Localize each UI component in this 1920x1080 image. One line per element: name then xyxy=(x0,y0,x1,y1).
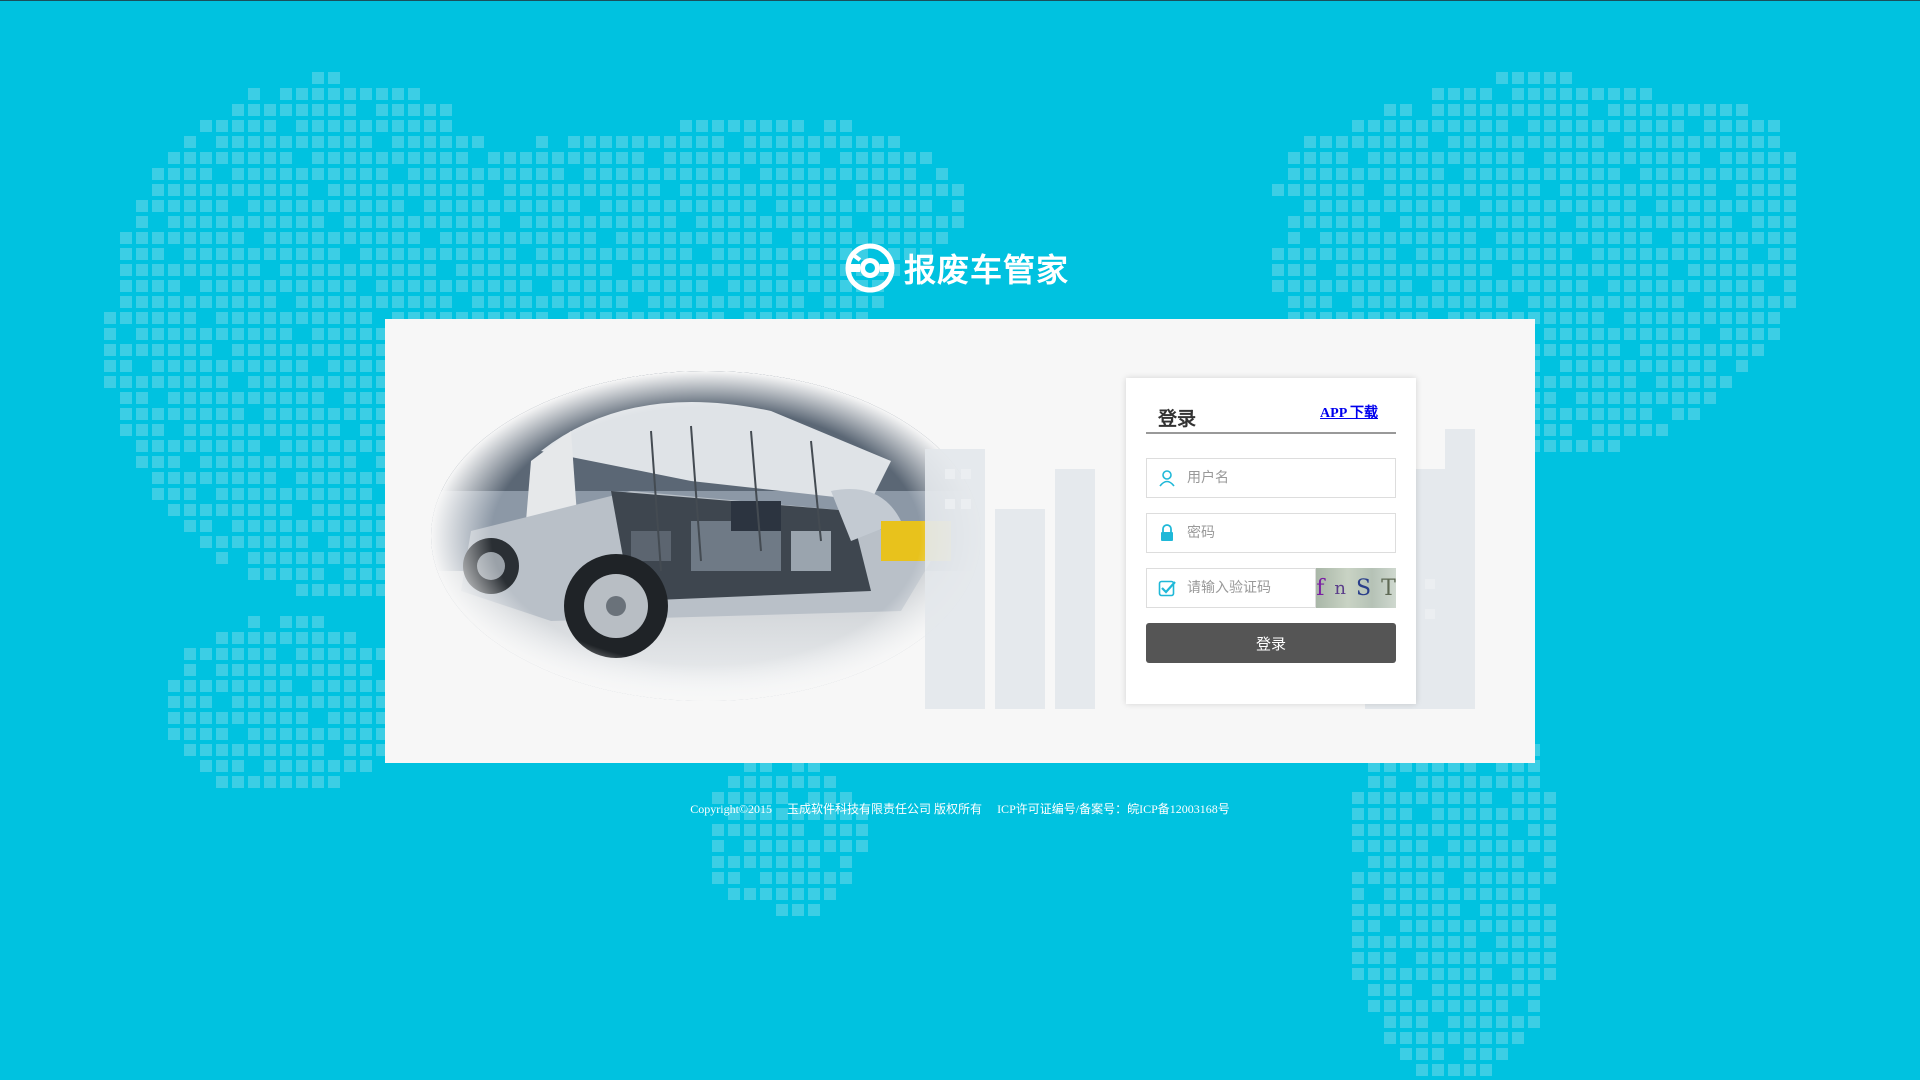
password-field[interactable] xyxy=(1146,513,1396,553)
captcha-char: S xyxy=(1355,575,1372,601)
captcha-field[interactable] xyxy=(1146,568,1316,608)
user-icon xyxy=(1157,468,1177,488)
login-panel: 登录 APP 下载 用户名 请输入验证码 f n S T 登录 xyxy=(385,319,1535,763)
captcha-char: T xyxy=(1381,575,1396,601)
captcha-char: f xyxy=(1316,575,1325,601)
login-form: 登录 APP 下载 用户名 请输入验证码 f n S T 登录 xyxy=(1126,378,1416,704)
password-input[interactable] xyxy=(1187,514,1361,552)
company-text: 玉成软件科技有限责任公司 版权所有 xyxy=(787,802,983,816)
username-input[interactable] xyxy=(1187,459,1361,497)
car-wrench-icon xyxy=(845,243,895,293)
lock-icon xyxy=(1157,523,1177,543)
username-field[interactable] xyxy=(1146,458,1396,498)
check-square-icon xyxy=(1157,578,1177,598)
login-header: 登录 APP 下载 xyxy=(1146,400,1396,434)
app-download-link[interactable]: APP 下载 xyxy=(1320,402,1378,422)
footer: Copyright©2015 玉成软件科技有限责任公司 版权所有 ICP许可证编… xyxy=(0,800,1920,817)
site-title: 报废车管家 xyxy=(904,251,1070,289)
login-button[interactable]: 登录 xyxy=(1146,623,1396,663)
icp-text: ICP许可证编号/备案号：皖ICP备12003168号 xyxy=(997,802,1230,816)
login-title: 登录 xyxy=(1158,408,1197,430)
captcha-char: n xyxy=(1334,577,1346,599)
copyright-text: Copyright©2015 xyxy=(690,802,773,816)
top-border xyxy=(0,0,1920,1)
car-dismantle-image xyxy=(431,371,981,701)
captcha-image[interactable]: f n S T xyxy=(1316,568,1396,608)
captcha-input[interactable] xyxy=(1187,569,1307,607)
site-logo: 报废车管家 xyxy=(842,240,1069,296)
